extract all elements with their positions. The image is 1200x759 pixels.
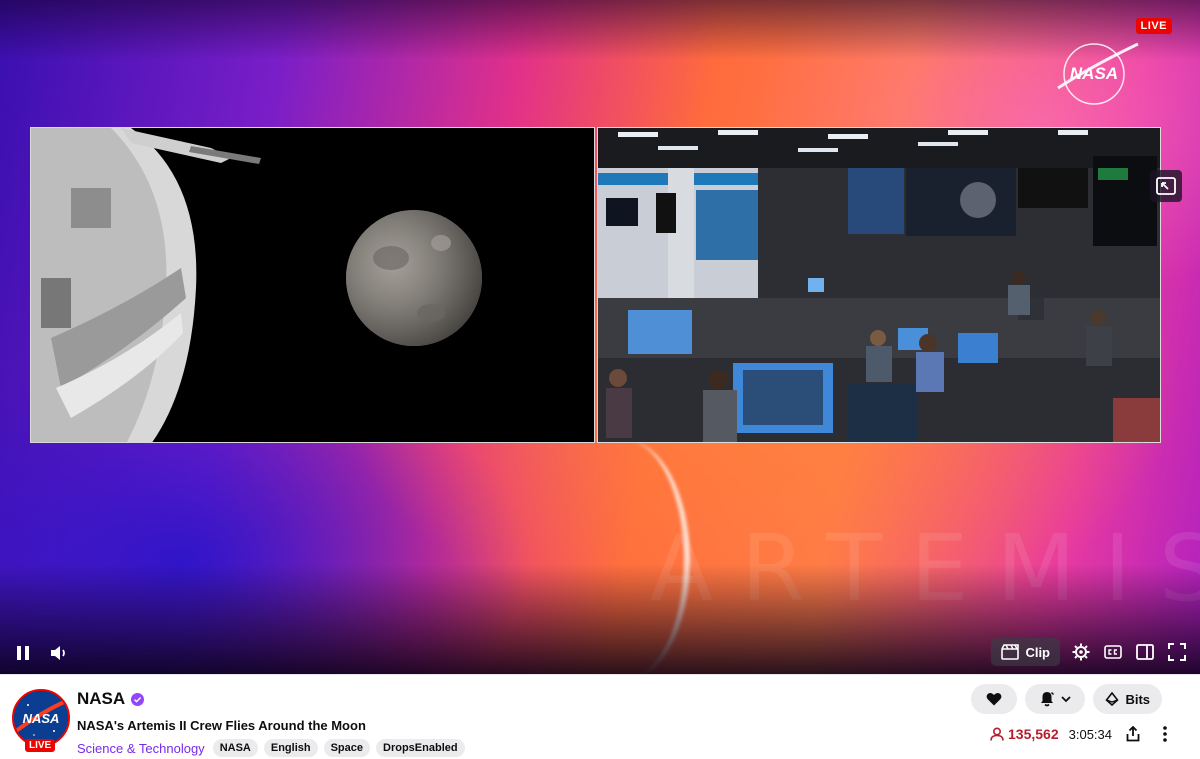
bell-icon [1041,692,1055,707]
share-icon [1126,726,1140,742]
nasa-avatar-logo: NASA [14,691,68,745]
clip-button[interactable]: Clip [991,638,1060,666]
channel-avatar-wrapper[interactable]: NASA LIVE [12,689,70,752]
viewer-person-icon [990,727,1004,741]
category-link[interactable]: Science & Technology [77,741,205,756]
video-player[interactable]: ARTEMIS LIVE NASA [0,0,1200,674]
settings-gear-icon [1072,643,1090,661]
tag-drops-enabled[interactable]: DropsEnabled [376,739,465,757]
volume-icon [51,646,65,660]
tag-english[interactable]: English [263,739,318,757]
player-controls-right: Clip [991,638,1188,666]
more-vertical-icon [1163,726,1167,742]
picture-in-picture-button[interactable] [1150,170,1182,202]
mission-control-image [598,128,1160,442]
tag-space[interactable]: Space [323,739,371,757]
avatar-nasa-text: NASA [23,711,60,726]
channel-name-text[interactable]: NASA [77,689,125,709]
more-options-button[interactable] [1154,723,1176,745]
notifications-button[interactable] [1025,684,1086,714]
closed-captions-icon [1104,645,1122,659]
viewer-count-text: 135,562 [1008,726,1059,742]
tag-nasa[interactable]: NASA [212,739,258,757]
share-button[interactable] [1122,723,1144,745]
clip-icon [1001,644,1020,660]
channel-name[interactable]: NASA [77,689,145,709]
nasa-logo-text: NASA [1070,64,1118,83]
nasa-meatball-logo: NASA [1057,42,1139,105]
orion-camera-feed [30,127,595,443]
stream-info-bar: NASA LIVE NASA NASA's Artemis II Crew Fl… [0,674,1200,759]
stream-uptime: 3:05:34 [1068,726,1112,742]
theatre-mode-button[interactable] [1134,641,1156,663]
moon-view-image [31,128,594,442]
picture-in-picture-icon [1156,177,1176,195]
fullscreen-icon [1168,643,1186,661]
player-controls-left [12,642,70,664]
fullscreen-button[interactable] [1166,641,1188,663]
stream-meta-row: Science & Technology NASA English Space … [77,739,465,757]
volume-button[interactable] [48,642,70,664]
pause-icon [17,646,29,660]
bits-diamond-icon [1105,692,1120,706]
verified-badge-icon [131,692,145,706]
chevron-down-icon [1061,696,1072,703]
follow-button[interactable] [971,684,1018,714]
pause-button[interactable] [12,642,34,664]
stream-stats: 135,562 3:05:34 [990,723,1176,745]
bits-button[interactable]: Bits [1093,684,1162,714]
mission-control-feed [597,127,1161,443]
viewer-count: 135,562 [990,726,1059,742]
clip-label: Clip [1025,644,1050,660]
settings-button[interactable] [1070,641,1092,663]
theatre-mode-icon [1136,644,1154,660]
bits-label: Bits [1125,691,1150,707]
live-badge: LIVE [1135,18,1172,34]
channel-actions: Bits [971,684,1162,714]
stream-title: NASA's Artemis II Crew Flies Around the … [77,718,366,733]
avatar-live-badge: LIVE [25,739,56,752]
closed-captions-button[interactable] [1102,641,1124,663]
top-shade [0,0,1200,60]
heart-icon [987,693,1002,706]
